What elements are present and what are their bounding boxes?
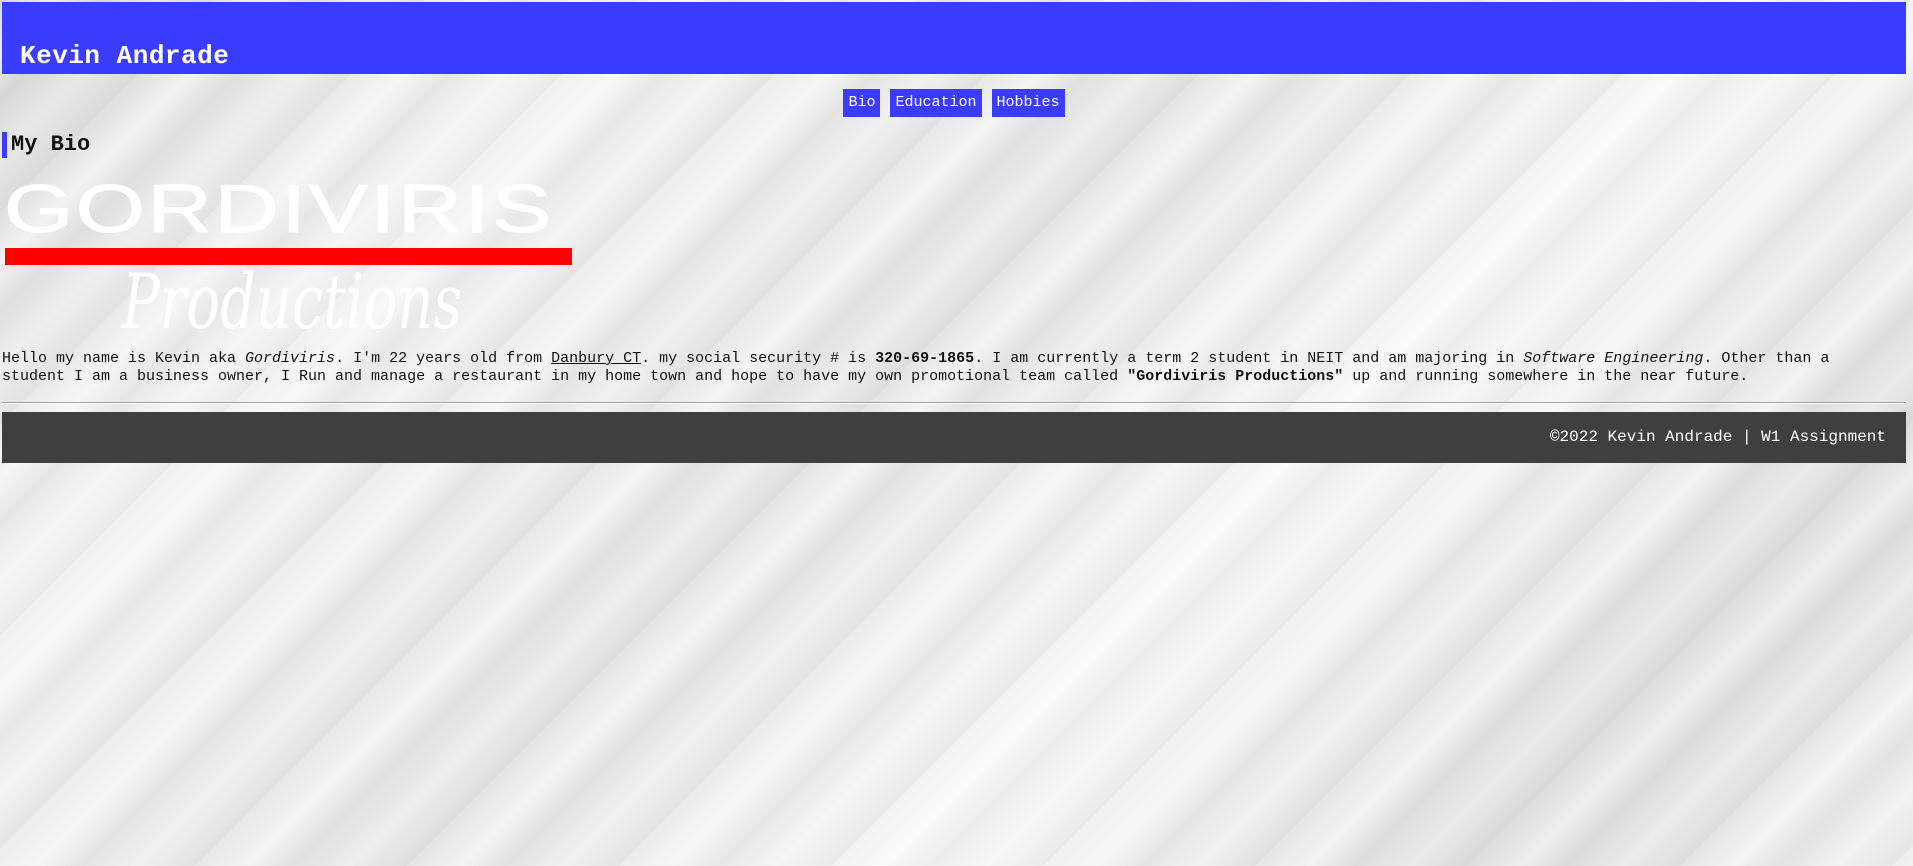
bio-major: Software Engineering [1523,350,1704,367]
bio-text: Hello my name is Kevin aka [2,350,246,367]
gordiviris-productions-logo: GORDIVIRIS Productions [2,176,574,336]
site-footer: ©2022 Kevin Andrade | W1 Assignment [2,412,1906,463]
main-nav: Bio Education Hobbies [2,89,1906,117]
bio-text: . I'm 22 years old from [335,350,552,367]
bio-text: . I am currently a term 2 student in NEI… [974,350,1524,367]
bio-hometown: Danbury CT [551,350,642,367]
bio-team-name: "Gordiviris Productions" [1127,368,1344,385]
bio-paragraph: Hello my name is Kevin aka Gordiviris. I… [2,350,1882,386]
logo-line2: Productions [121,257,462,336]
page: Kevin Andrade Bio Education Hobbies My B… [2,2,1906,463]
nav-link-education[interactable]: Education [890,89,982,117]
nav-link-bio[interactable]: Bio [843,89,881,117]
footer-text: ©2022 Kevin Andrade | W1 Assignment [1549,428,1886,446]
logo-line1: GORDIVIRIS [4,176,554,247]
bio-alias: Gordiviris [245,350,336,367]
site-title: Kevin Andrade [20,41,230,71]
nav-link-hobbies[interactable]: Hobbies [991,89,1065,117]
bio-text: up and running somewhere in the near fut… [1343,368,1749,385]
bio-ssn: 320-69-1865 [875,350,975,367]
bio-text: . my social security # is [641,350,876,367]
site-header: Kevin Andrade [2,2,1906,74]
section-title: My Bio [2,132,1906,158]
footer-divider [2,402,1906,404]
